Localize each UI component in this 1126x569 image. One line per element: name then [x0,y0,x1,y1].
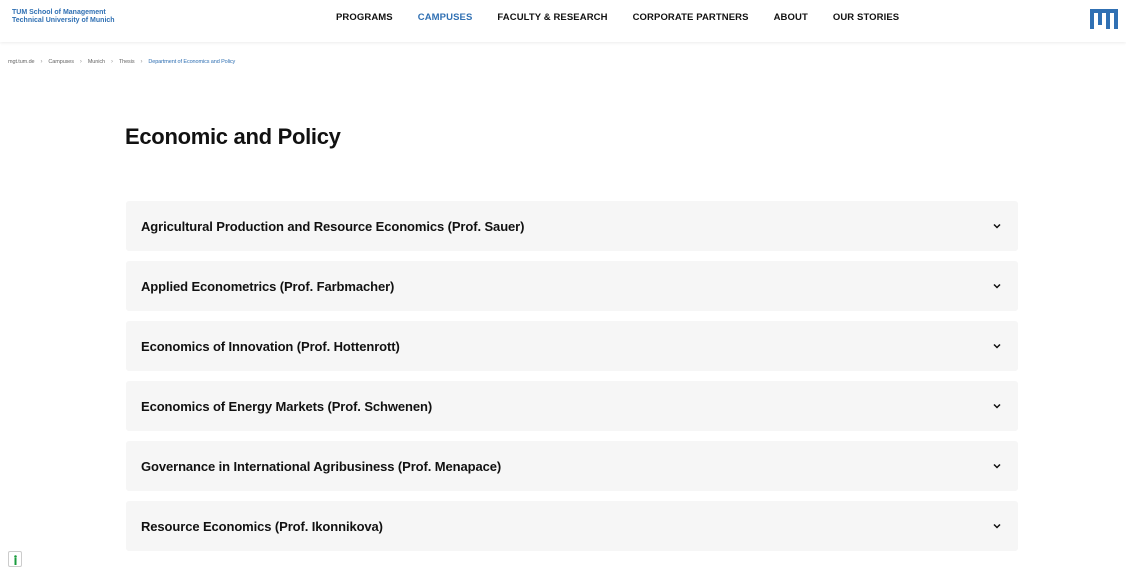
accordion-item-economics-of-innovation[interactable]: Economics of Innovation (Prof. Hottenrot… [126,321,1018,371]
school-name-line1: TUM School of Management [12,9,106,16]
accordion-item-label: Agricultural Production and Resource Eco… [141,219,525,234]
accordion-item-agribusiness-governance[interactable]: Governance in International Agribusiness… [126,441,1018,491]
main-nav: PROGRAMS CAMPUSES FACULTY & RESEARCH COR… [336,12,924,23]
school-name-line2: Technical University of Munich [12,17,115,24]
accordion-item-label: Governance in International Agribusiness… [141,459,502,474]
nav-our-stories[interactable]: OUR STORIES [833,12,899,23]
nav-about[interactable]: ABOUT [774,12,808,23]
accordion-item-resource-economics[interactable]: Resource Economics (Prof. Ikonnikova) [126,501,1018,551]
breadcrumb-current: Department of Economics and Policy [148,59,236,65]
chevron-down-icon [993,283,1001,289]
breadcrumb-separator-icon: › [140,59,143,65]
nav-faculty-research[interactable]: FACULTY & RESEARCH [497,12,607,23]
breadcrumb-separator-icon: › [110,59,113,65]
accordion-item-energy-markets[interactable]: Economics of Energy Markets (Prof. Schwe… [126,381,1018,431]
chevron-down-icon [993,523,1001,529]
accordion-item-label: Applied Econometrics (Prof. Farbmacher) [141,279,395,294]
chevron-down-icon [993,403,1001,409]
accordion-item-applied-econometrics[interactable]: Applied Econometrics (Prof. Farbmacher) [126,261,1018,311]
tum-logo-icon[interactable] [1090,9,1118,29]
accordion-item-label: Economics of Energy Markets (Prof. Schwe… [141,399,433,414]
breadcrumb-separator-icon: › [79,59,82,65]
chair-accordion: Agricultural Production and Resource Eco… [126,201,1018,561]
site-header: TUM School of Management Technical Unive… [0,0,1126,42]
breadcrumb-thesis[interactable]: Thesis [119,59,135,65]
feedback-button[interactable] [8,551,22,567]
accordion-item-label: Economics of Innovation (Prof. Hottenrot… [141,339,400,354]
school-name-link[interactable]: TUM School of Management Technical Unive… [12,9,115,25]
chevron-down-icon [993,223,1001,229]
chevron-down-icon [993,463,1001,469]
chevron-down-icon [993,343,1001,349]
nav-campuses[interactable]: CAMPUSES [418,12,473,23]
breadcrumb-munich[interactable]: Munich [88,59,105,65]
breadcrumb-separator-icon: › [40,59,43,65]
accordion-item-label: Resource Economics (Prof. Ikonnikova) [141,519,383,534]
nav-programs[interactable]: PROGRAMS [336,12,393,23]
breadcrumb-campuses[interactable]: Campuses [48,59,74,65]
nav-corporate-partners[interactable]: CORPORATE PARTNERS [633,12,749,23]
breadcrumb: mgt.tum.de › Campuses › Munich › Thesis … [8,59,235,65]
accordion-item-agricultural-production[interactable]: Agricultural Production and Resource Eco… [126,201,1018,251]
breadcrumb-home[interactable]: mgt.tum.de [8,59,35,65]
feedback-icon [14,555,17,565]
page-title: Economic and Policy [125,124,341,149]
